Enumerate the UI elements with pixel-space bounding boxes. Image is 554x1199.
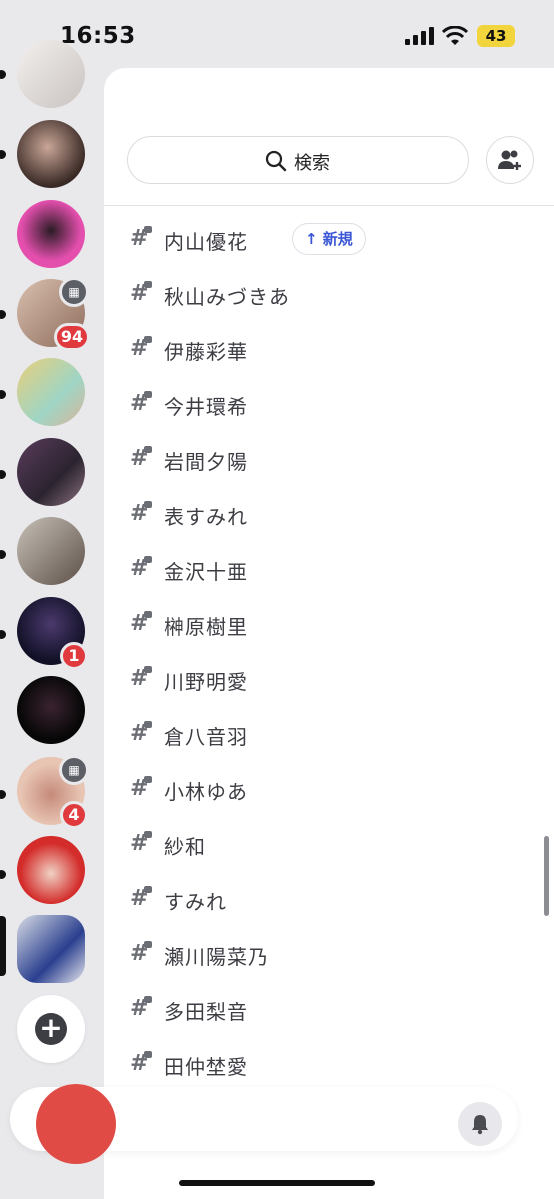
- channel-name: 倉八音羽: [164, 725, 248, 749]
- search-label: 検索: [294, 153, 330, 174]
- invite-members-button[interactable]: [486, 136, 534, 184]
- lock-icon: [144, 776, 152, 783]
- calendar-icon: ▦: [59, 755, 89, 785]
- channel-name: 秋山みづきあ: [164, 285, 290, 309]
- lock-icon: [144, 941, 152, 948]
- unread-pip: [0, 310, 6, 319]
- battery-level: 43: [485, 27, 507, 45]
- server-avatar-selected[interactable]: [17, 915, 85, 983]
- channel-item[interactable]: # 瀬川陽菜乃: [128, 935, 528, 975]
- channel-item[interactable]: # 伊藤彩華: [128, 330, 528, 370]
- channel-name: 田仲埜愛: [164, 1055, 248, 1079]
- channel-name: 岩間夕陽: [164, 450, 248, 474]
- channel-name: 榊原樹里: [164, 615, 248, 639]
- notification-badge: 4: [60, 801, 88, 829]
- channel-item[interactable]: # 岩間夕陽: [128, 440, 528, 480]
- lock-icon: [144, 831, 152, 838]
- bell-icon: [472, 1115, 488, 1135]
- unread-pip: [0, 790, 6, 799]
- unread-pip: [0, 630, 6, 639]
- channel-name: 表すみれ: [164, 505, 248, 529]
- unread-pip: [0, 390, 6, 399]
- lock-icon: [144, 446, 152, 453]
- signal-icon: [405, 27, 434, 45]
- channel-name: 川野明愛: [164, 670, 248, 694]
- calendar-icon: ▦: [59, 277, 89, 307]
- notification-badge: 94: [54, 323, 90, 351]
- lock-icon: [144, 391, 152, 398]
- channel-item[interactable]: # 榊原樹里: [128, 605, 528, 645]
- scrollbar[interactable]: [544, 836, 549, 916]
- channel-item[interactable]: # 秋山みづきあ: [128, 275, 528, 315]
- server-avatar[interactable]: [17, 358, 85, 426]
- channel-item[interactable]: # 倉八音羽: [128, 715, 528, 755]
- channel-name: 瀬川陽菜乃: [164, 945, 269, 969]
- channel-item[interactable]: # 田仲埜愛: [128, 1045, 528, 1085]
- server-avatar[interactable]: [17, 120, 85, 188]
- lock-icon: [144, 1051, 152, 1058]
- channel-item[interactable]: # 紗和: [128, 825, 528, 865]
- unread-pip: [0, 470, 6, 479]
- channel-name: 紗和: [164, 835, 206, 859]
- lock-icon: [144, 281, 152, 288]
- lock-icon: [144, 886, 152, 893]
- server-avatar[interactable]: [17, 517, 85, 585]
- channel-name: 内山優花: [164, 230, 248, 254]
- wifi-icon: [442, 26, 468, 45]
- server-avatar[interactable]: [17, 200, 85, 268]
- home-indicator: [179, 1180, 375, 1186]
- battery-indicator: 43: [477, 25, 515, 47]
- channel-name: 金沢十亜: [164, 560, 248, 584]
- user-avatar[interactable]: [36, 1084, 116, 1164]
- channel-name: 今井環希: [164, 395, 248, 419]
- lock-icon: [144, 226, 152, 233]
- server-avatar[interactable]: [17, 40, 85, 108]
- server-avatar[interactable]: [17, 438, 85, 506]
- channel-item[interactable]: # 金沢十亜: [128, 550, 528, 590]
- channel-name: 伊藤彩華: [164, 340, 248, 364]
- selected-indicator: [0, 916, 6, 976]
- lock-icon: [144, 721, 152, 728]
- unread-pip: [0, 70, 6, 79]
- lock-icon: [144, 336, 152, 343]
- unread-pip: [0, 150, 6, 159]
- lock-icon: [144, 611, 152, 618]
- channel-item[interactable]: # 小林ゆあ: [128, 770, 528, 810]
- lock-icon: [144, 666, 152, 673]
- channel-item[interactable]: # 多田梨音: [128, 990, 528, 1030]
- server-avatar[interactable]: [17, 676, 85, 744]
- unread-pip: [0, 550, 6, 559]
- plus-icon: +: [35, 1013, 67, 1045]
- notification-badge: 1: [60, 642, 88, 670]
- unread-pip: [0, 870, 6, 879]
- lock-icon: [144, 996, 152, 1003]
- channel-item[interactable]: # すみれ: [128, 880, 528, 920]
- channel-name: 小林ゆあ: [164, 780, 248, 804]
- panel-header: 検索: [104, 68, 554, 206]
- channel-name: 多田梨音: [164, 1000, 248, 1024]
- add-user-icon: [498, 150, 521, 170]
- notifications-button[interactable]: [458, 1102, 502, 1146]
- channel-item[interactable]: # 今井環希: [128, 385, 528, 425]
- search-button[interactable]: 検索: [127, 136, 469, 184]
- search-icon: [265, 150, 287, 172]
- channel-panel: 検索 # 内山優花 # 秋山みづきあ # 伊藤彩華 # 今井環希 # 岩間夕陽 # 表すみれ # 金沢十亜…: [104, 68, 554, 1199]
- add-server-button[interactable]: +: [17, 995, 85, 1063]
- new-channels-pill[interactable]: ↑ 新規: [292, 223, 366, 255]
- lock-icon: [144, 556, 152, 563]
- channel-name: すみれ: [164, 890, 227, 914]
- lock-icon: [144, 501, 152, 508]
- channel-item[interactable]: # 川野明愛: [128, 660, 528, 700]
- server-rail: ▦ 94 1 ▦ 4 +: [0, 0, 104, 1199]
- server-avatar[interactable]: [17, 836, 85, 904]
- channel-item[interactable]: # 表すみれ: [128, 495, 528, 535]
